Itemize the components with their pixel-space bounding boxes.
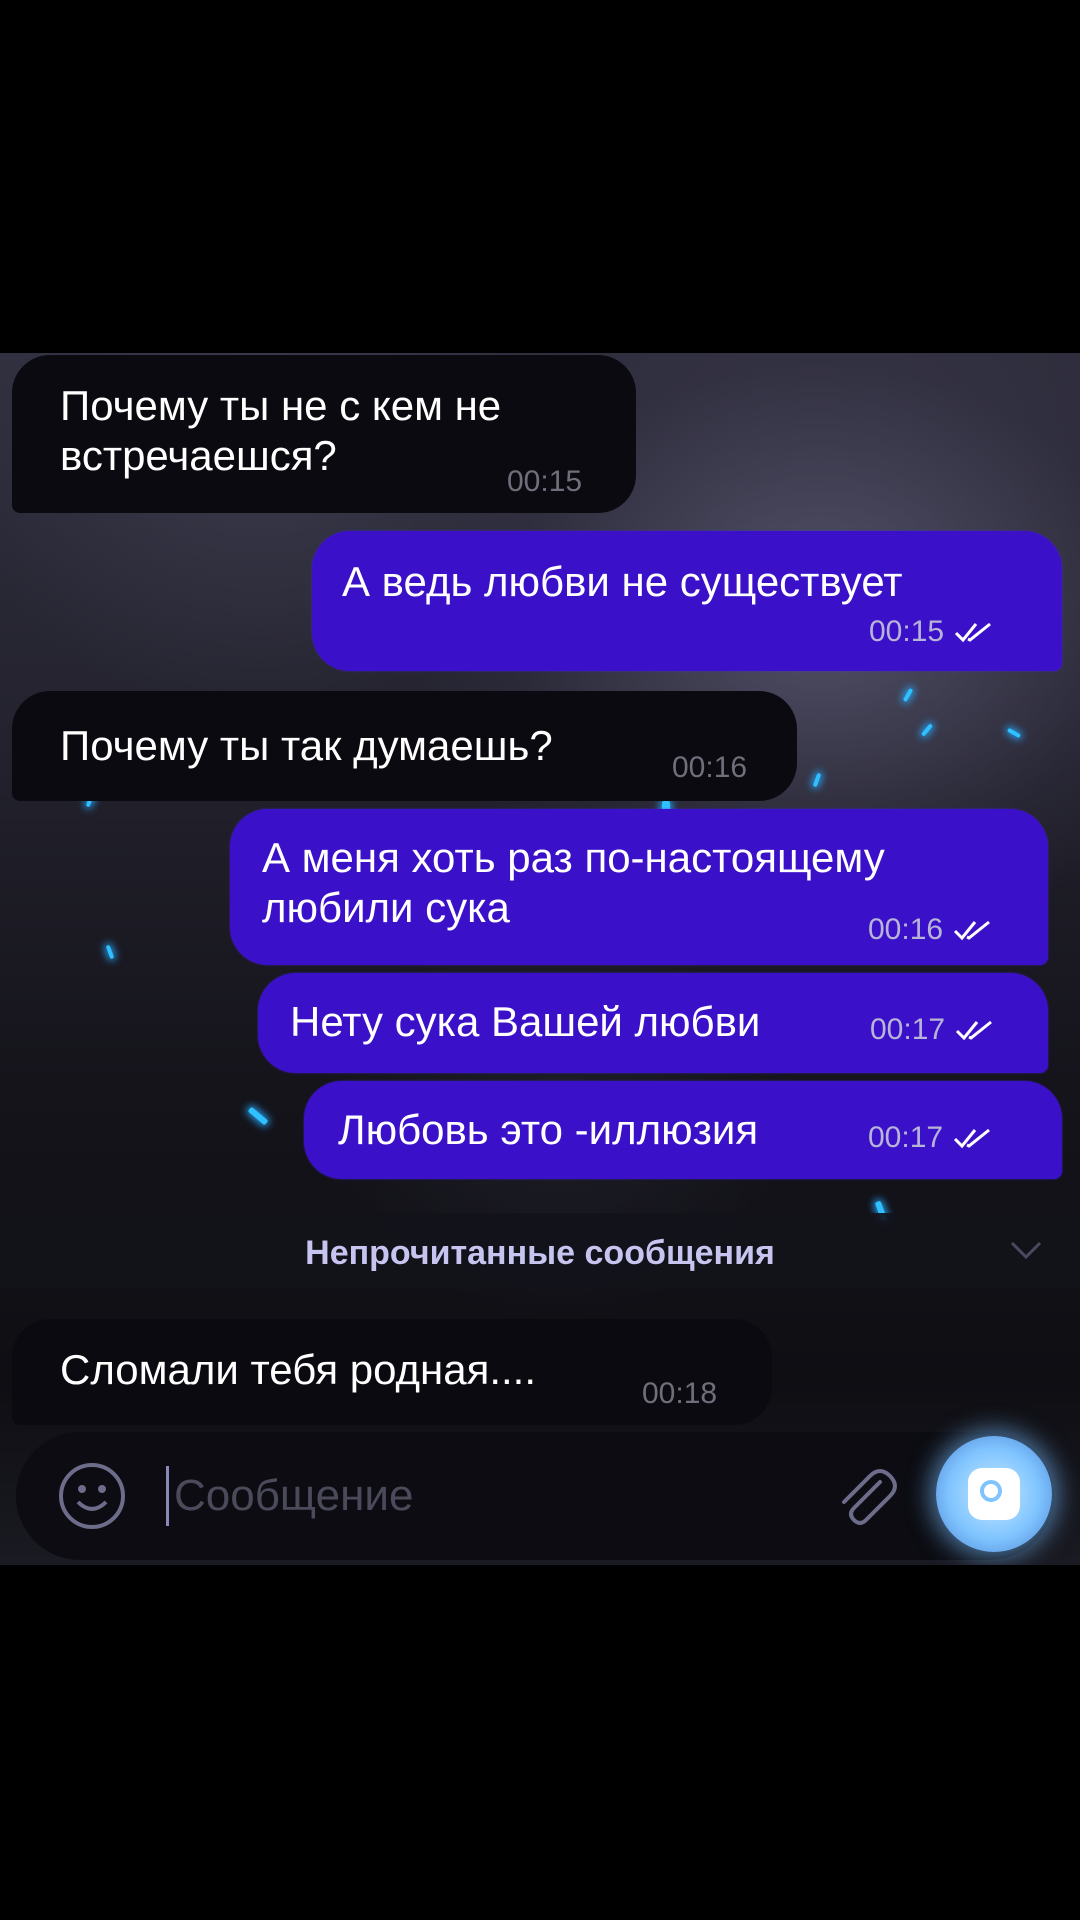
chevron-down-icon[interactable] — [1006, 1235, 1046, 1265]
screen: Почему ты не с кем не встречаешся? 00:15… — [0, 0, 1080, 1920]
message-composer: Сообщение — [16, 1432, 1054, 1560]
message-time: 00:15 — [869, 615, 994, 649]
timestamp: 00:15 — [869, 615, 945, 648]
message-outgoing[interactable]: Любовь это -иллюзия 00:17 — [304, 1081, 1062, 1179]
message-text: Почему ты не с кем не встречаешся? — [60, 382, 502, 479]
unread-divider-label: Непрочитанные сообщения — [305, 1234, 775, 1272]
message-text: Сломали тебя родная.... — [60, 1346, 537, 1393]
read-checkmarks-icon — [956, 1020, 993, 1041]
message-outgoing[interactable]: А ведь любви не существует 00:15 — [312, 531, 1062, 671]
read-checkmarks-icon — [954, 920, 991, 941]
paperclip-icon[interactable] — [826, 1460, 902, 1536]
timestamp: 00:18 — [642, 1377, 718, 1410]
message-text: А ведь любви не существует — [342, 558, 903, 605]
timestamp: 00:16 — [672, 751, 748, 784]
read-checkmarks-icon — [955, 622, 992, 643]
timestamp: 00:17 — [870, 1013, 946, 1046]
timestamp: 00:16 — [868, 913, 944, 946]
chat-area[interactable]: Почему ты не с кем не встречаешся? 00:15… — [0, 353, 1080, 1565]
message-text: А меня хоть раз по-настоящему любили сук… — [262, 834, 885, 931]
sparkle-decoration — [247, 1106, 269, 1126]
smiley-icon[interactable] — [56, 1460, 128, 1532]
message-outgoing[interactable]: А меня хоть раз по-настоящему любили сук… — [230, 809, 1048, 965]
message-time: 00:17 — [868, 1121, 993, 1155]
message-input[interactable]: Сообщение — [174, 1470, 413, 1522]
message-time: 00:16 — [868, 913, 993, 947]
message-incoming[interactable]: Сломали тебя родная.... 00:18 — [12, 1319, 772, 1425]
timestamp: 00:17 — [868, 1121, 944, 1154]
message-time: 00:17 — [870, 1013, 995, 1047]
message-incoming[interactable]: Почему ты не с кем не встречаешся? 00:15 — [12, 355, 636, 513]
unread-divider[interactable]: Непрочитанные сообщения — [0, 1213, 1080, 1289]
sparkle-decoration — [1006, 727, 1022, 739]
message-text: Нету сука Вашей любви — [290, 998, 761, 1045]
camera-lens-icon — [980, 1480, 1002, 1502]
sparkle-decoration — [920, 723, 934, 737]
sparkle-decoration — [812, 772, 822, 788]
message-time: 00:18 — [642, 1377, 717, 1411]
message-incoming[interactable]: Почему ты так думаешь? 00:16 — [12, 691, 797, 801]
sparkle-decoration — [105, 944, 115, 960]
message-time: 00:15 — [507, 465, 582, 499]
text-cursor — [166, 1466, 169, 1526]
camera-record-icon — [968, 1468, 1020, 1520]
read-checkmarks-icon — [954, 1128, 991, 1149]
sparkle-decoration — [902, 687, 914, 703]
message-outgoing[interactable]: Нету сука Вашей любви 00:17 — [258, 973, 1048, 1073]
camera-record-button[interactable] — [936, 1436, 1052, 1552]
message-text: Любовь это -иллюзия — [338, 1106, 759, 1153]
message-text: Почему ты так думаешь? — [60, 722, 553, 769]
timestamp: 00:15 — [507, 465, 583, 498]
message-time: 00:16 — [672, 751, 747, 785]
